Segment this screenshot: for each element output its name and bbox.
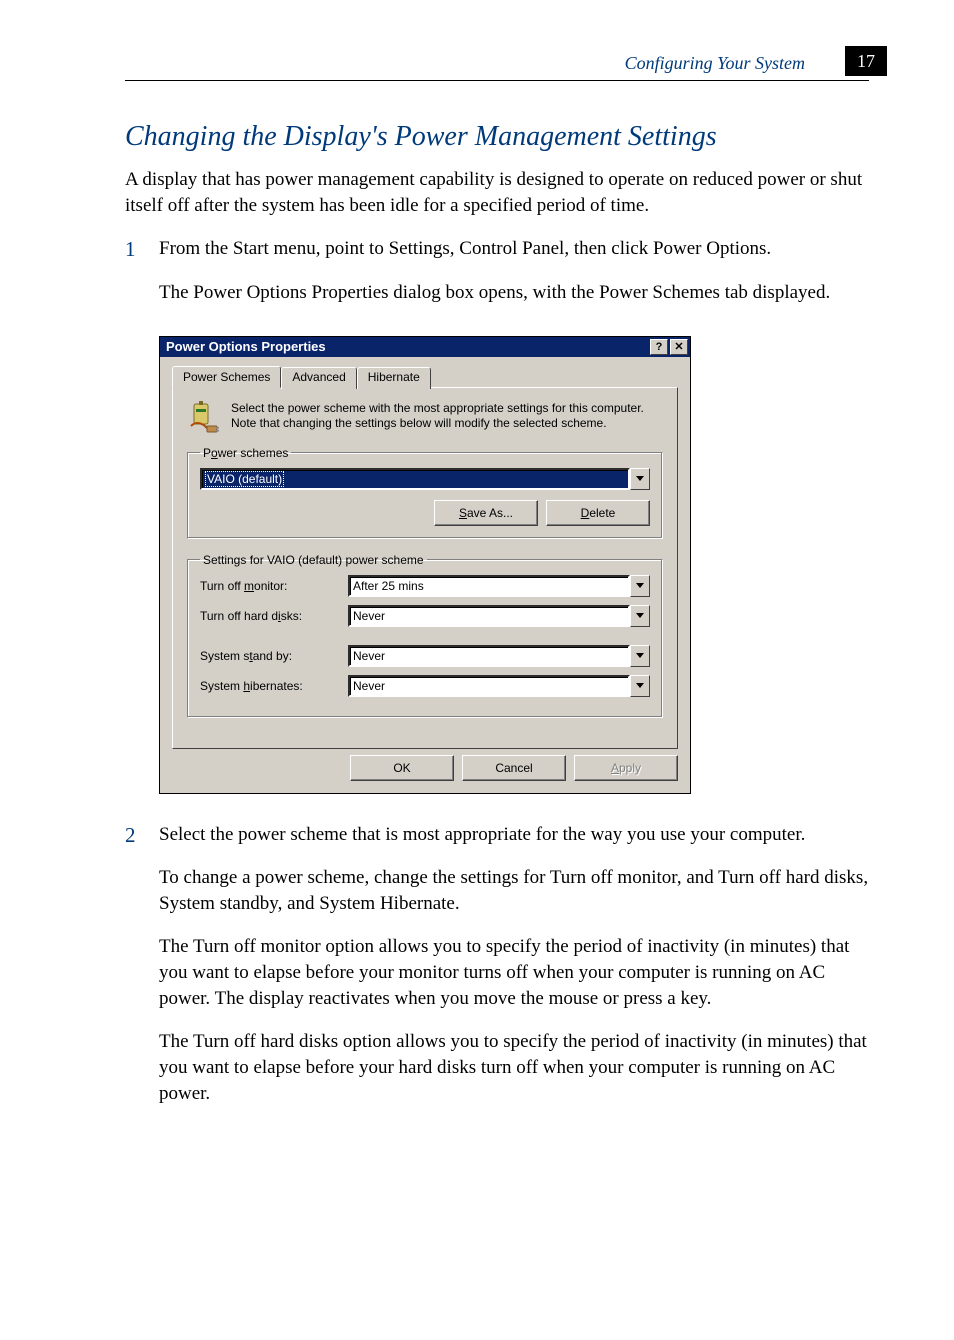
turn-off-hard-disks-select[interactable]: Never <box>348 605 650 627</box>
power-options-dialog: Power Options Properties ? ✕ Power Schem… <box>159 336 691 794</box>
intro-paragraph: A display that has power management capa… <box>125 167 869 218</box>
chevron-down-icon[interactable] <box>630 605 650 627</box>
setting-label: Turn off monitor: <box>200 579 348 593</box>
combo-value: After 25 mins <box>353 579 424 593</box>
chevron-down-icon[interactable] <box>630 645 650 667</box>
chevron-down-icon[interactable] <box>630 468 650 490</box>
close-icon: ✕ <box>674 340 683 353</box>
setting-label: Turn off hard disks: <box>200 609 348 623</box>
tab-advanced[interactable]: Advanced <box>281 367 356 389</box>
dialog-titlebar: Power Options Properties ? ✕ <box>160 337 690 357</box>
header-section-label: Configuring Your System <box>625 53 805 74</box>
power-scheme-select[interactable]: VAIO (default) <box>200 468 650 490</box>
step-text: To change a power scheme, change the set… <box>159 865 869 916</box>
chevron-down-icon[interactable] <box>630 675 650 697</box>
step-number: 2 <box>125 822 159 1125</box>
settings-group: Settings for VAIO (default) power scheme… <box>187 553 663 718</box>
close-button[interactable]: ✕ <box>670 339 688 355</box>
cancel-button[interactable]: Cancel <box>462 755 566 781</box>
combo-value: Never <box>353 679 385 693</box>
tab-hibernate[interactable]: Hibernate <box>357 367 431 389</box>
power-schemes-group: Power schemes VAIO (default) Save As... … <box>187 446 663 539</box>
step-text: From the Start menu, point to Settings, … <box>159 236 869 262</box>
delete-button[interactable]: Delete <box>546 500 650 526</box>
tab-panel: Select the power scheme with the most ap… <box>172 387 678 749</box>
apply-button[interactable]: Apply <box>574 755 678 781</box>
step-text: The Power Options Properties dialog box … <box>159 280 869 306</box>
group-legend: Settings for VAIO (default) power scheme <box>200 553 427 567</box>
step-1: 1 From the Start menu, point to Settings… <box>125 236 869 323</box>
tabs: Power Schemes Advanced Hibernate <box>172 365 678 388</box>
step-2: 2 Select the power scheme that is most a… <box>125 822 869 1125</box>
step-text: Select the power scheme that is most app… <box>159 822 869 848</box>
battery-plug-icon <box>187 400 221 434</box>
setting-row-hard-disks: Turn off hard disks: Never <box>200 605 650 627</box>
page-header: Configuring Your System 17 <box>125 50 869 81</box>
dialog-title: Power Options Properties <box>166 339 326 354</box>
setting-row-hibernates: System hibernates: Never <box>200 675 650 697</box>
turn-off-monitor-select[interactable]: After 25 mins <box>348 575 650 597</box>
chevron-down-icon[interactable] <box>630 575 650 597</box>
setting-label: System stand by: <box>200 649 348 663</box>
system-standby-select[interactable]: Never <box>348 645 650 667</box>
setting-row-monitor: Turn off monitor: After 25 mins <box>200 575 650 597</box>
dialog-info-text: Select the power scheme with the most ap… <box>231 400 663 431</box>
setting-label: System hibernates: <box>200 679 348 693</box>
page-number: 17 <box>845 46 887 76</box>
power-scheme-value: VAIO (default) <box>205 471 284 487</box>
tab-power-schemes[interactable]: Power Schemes <box>172 366 281 388</box>
help-button[interactable]: ? <box>650 339 668 355</box>
setting-row-standby: System stand by: Never <box>200 645 650 667</box>
combo-value: Never <box>353 649 385 663</box>
save-as-button[interactable]: Save As... <box>434 500 538 526</box>
combo-value: Never <box>353 609 385 623</box>
section-title: Changing the Display's Power Management … <box>125 121 869 153</box>
step-text: The Turn off hard disks option allows yo… <box>159 1029 869 1106</box>
step-text: The Turn off monitor option allows you t… <box>159 934 869 1011</box>
question-icon: ? <box>656 341 663 353</box>
step-number: 1 <box>125 236 159 323</box>
ok-button[interactable]: OK <box>350 755 454 781</box>
system-hibernates-select[interactable]: Never <box>348 675 650 697</box>
group-legend: Power schemes <box>200 446 291 460</box>
